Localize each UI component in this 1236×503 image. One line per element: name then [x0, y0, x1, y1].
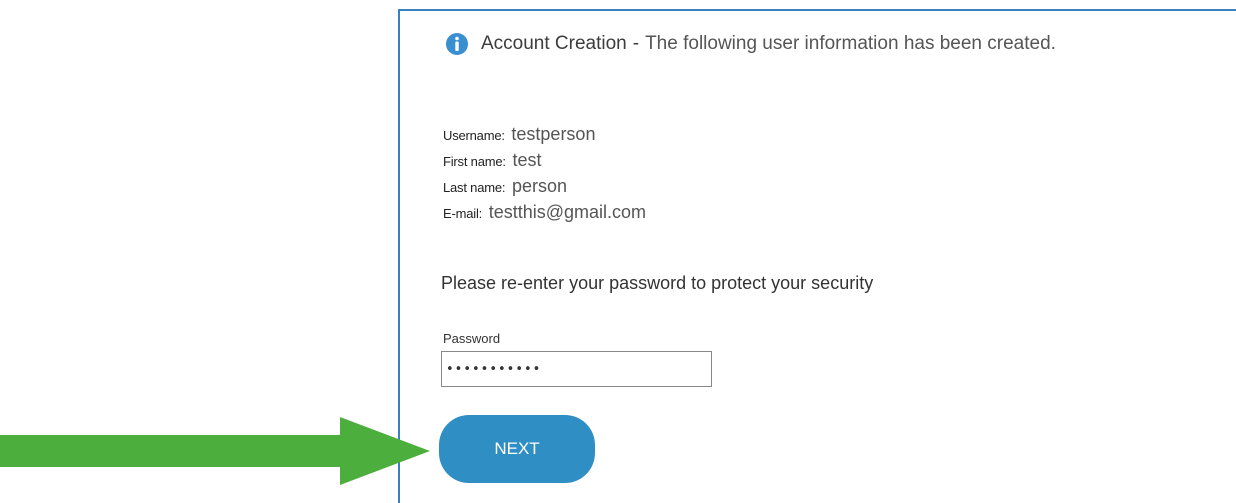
detail-row-username: Username: testperson: [443, 121, 646, 147]
detail-value: test: [512, 150, 542, 170]
info-icon: [446, 33, 468, 55]
detail-row-first-name: First name: test: [443, 147, 646, 173]
password-field[interactable]: [441, 351, 712, 387]
user-details: Username: testperson First name: test La…: [443, 121, 646, 225]
detail-value: testthis@gmail.com: [488, 202, 647, 222]
message-separator: -: [632, 33, 640, 54]
reenter-password-prompt: Please re-enter your password to protect…: [441, 273, 874, 293]
detail-row-email: E-mail: testthis@gmail.com: [443, 199, 646, 225]
detail-row-last-name: Last name: person: [443, 173, 646, 199]
message-title: Account Creation: [481, 33, 627, 54]
detail-label: Last name:: [443, 180, 506, 195]
next-button[interactable]: NEXT: [439, 415, 595, 483]
account-creation-page: Account Creation - The following user in…: [0, 0, 1236, 503]
password-label: Password: [443, 331, 501, 346]
detail-label: First name:: [443, 154, 506, 169]
account-creation-message: Account Creation - The following user in…: [445, 32, 1056, 56]
detail-value: testperson: [511, 124, 596, 144]
detail-label: E-mail:: [443, 206, 483, 221]
detail-value: person: [511, 176, 567, 196]
detail-label: Username:: [443, 128, 505, 143]
green-arrow-icon: [0, 417, 430, 485]
message-description: The following user information has been …: [645, 33, 1056, 54]
